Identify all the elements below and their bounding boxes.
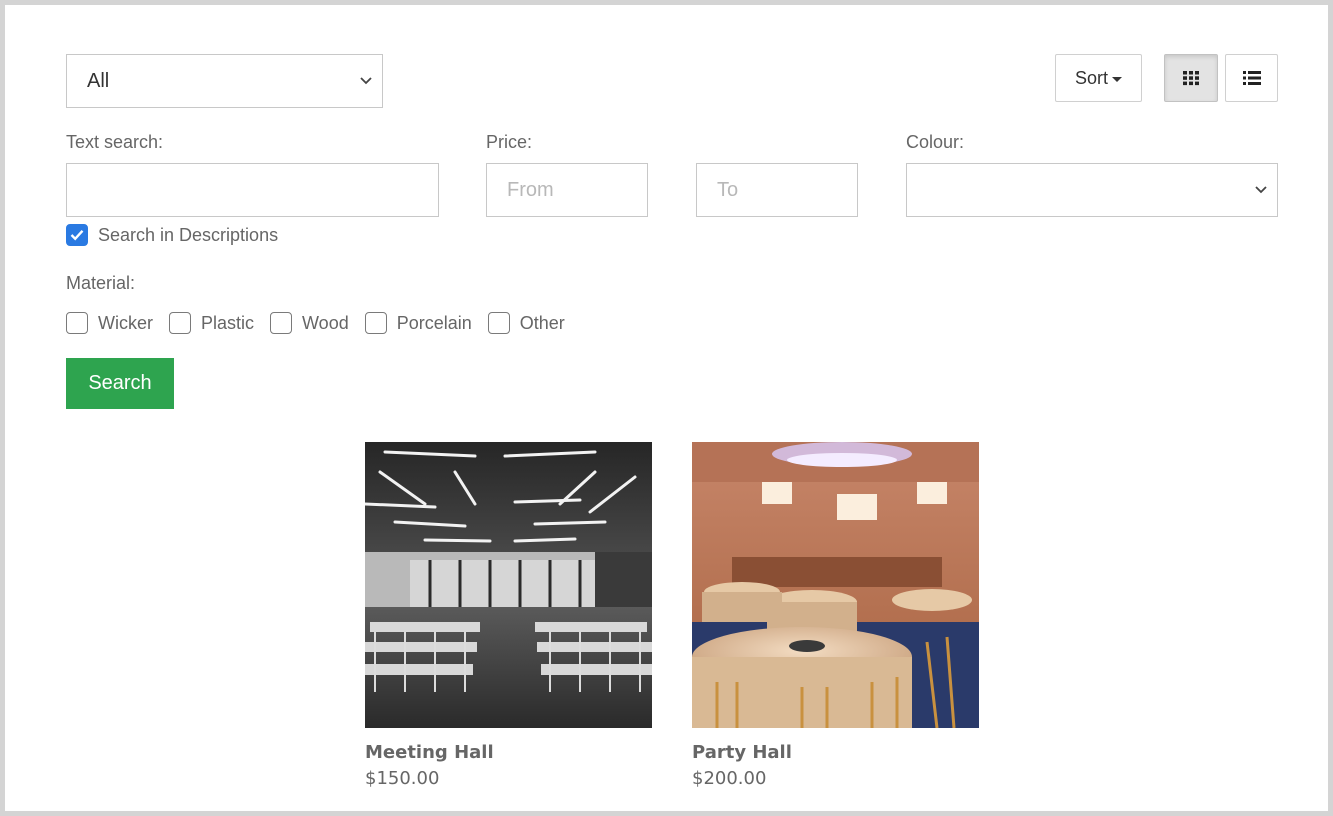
- material-option-wood[interactable]: Wood: [270, 312, 349, 334]
- page-frame: All Sort Text search: Price: Colour: Fro…: [0, 0, 1333, 816]
- product-name[interactable]: Meeting Hall: [365, 742, 652, 763]
- category-select-value: All: [87, 70, 110, 92]
- material-option-label: Porcelain: [396, 312, 472, 333]
- price-to-input[interactable]: To: [696, 163, 858, 217]
- search-descriptions-label: Search in Descriptions: [98, 224, 279, 245]
- price-from-input[interactable]: From: [486, 163, 648, 217]
- product-card[interactable]: Party Hall $200.00: [692, 442, 979, 789]
- category-select[interactable]: All: [66, 54, 383, 108]
- wicker-checkbox[interactable]: [66, 312, 88, 334]
- grid-view-button[interactable]: [1164, 54, 1218, 102]
- material-option-porcelain[interactable]: Porcelain: [364, 312, 472, 334]
- plastic-checkbox[interactable]: [169, 312, 191, 334]
- price-label: Price:: [486, 132, 533, 152]
- search-button[interactable]: Search: [66, 358, 174, 409]
- text-search-label: Text search:: [66, 132, 164, 152]
- material-option-other[interactable]: Other: [487, 312, 565, 334]
- material-options: Wicker Plastic Wood Porcelain Other: [66, 312, 581, 334]
- porcelain-checkbox[interactable]: [364, 312, 387, 334]
- product-card[interactable]: Meeting Hall $150.00: [365, 442, 652, 789]
- material-option-label: Plastic: [201, 312, 255, 333]
- material-option-label: Wood: [302, 312, 349, 333]
- material-option-wicker[interactable]: Wicker: [66, 312, 153, 334]
- material-label: Material:: [66, 273, 136, 293]
- search-descriptions-option[interactable]: Search in Descriptions: [66, 224, 278, 246]
- caret-down-icon: [1112, 76, 1122, 82]
- colour-label: Colour:: [906, 132, 965, 152]
- other-checkbox[interactable]: [487, 312, 510, 334]
- material-option-label: Wicker: [98, 312, 153, 333]
- product-name[interactable]: Party Hall: [692, 742, 979, 763]
- colour-select[interactable]: [906, 163, 1278, 217]
- product-price: $200.00: [692, 768, 767, 789]
- chevron-down-icon: [360, 77, 372, 85]
- sort-button-label: Sort: [1074, 67, 1108, 88]
- material-option-plastic[interactable]: Plastic: [169, 312, 254, 334]
- search-descriptions-checkbox[interactable]: [66, 224, 88, 246]
- product-image-party-hall[interactable]: [692, 442, 979, 728]
- text-search-input[interactable]: [66, 163, 439, 217]
- list-view-button[interactable]: [1225, 54, 1278, 102]
- check-icon: [70, 229, 84, 241]
- list-icon: [1242, 71, 1261, 85]
- grid-icon: [1183, 71, 1199, 86]
- product-price: $150.00: [365, 768, 440, 789]
- chevron-down-icon: [1255, 186, 1267, 194]
- wood-checkbox[interactable]: [270, 312, 293, 334]
- material-option-label: Other: [519, 312, 565, 333]
- sort-button[interactable]: Sort: [1055, 54, 1142, 102]
- product-image-meeting-hall[interactable]: [365, 442, 652, 728]
